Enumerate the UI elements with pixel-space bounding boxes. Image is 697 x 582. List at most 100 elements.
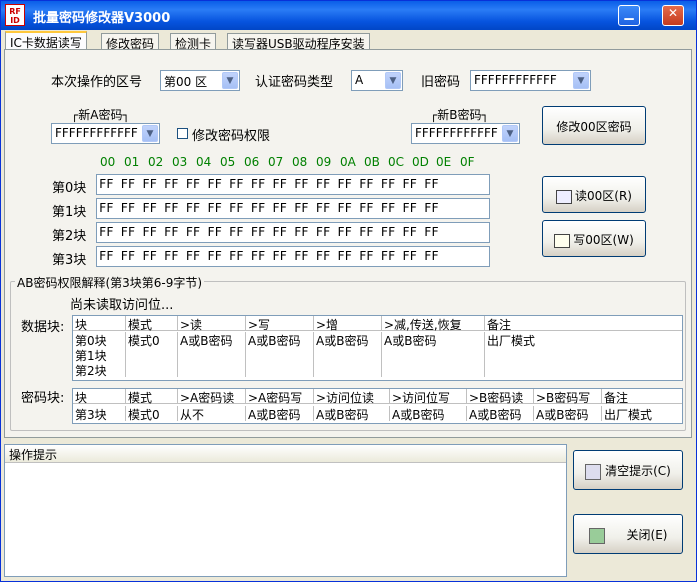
block-1-label: 第1块 bbox=[52, 205, 87, 220]
hex-col: 09 bbox=[316, 155, 332, 169]
auth-type-label: 认证密码类型 bbox=[255, 75, 334, 90]
cell: 第2块 bbox=[75, 364, 107, 378]
tab-panel: 本次操作的区号 第00 区 ▼ 认证密码类型 A ▼ 旧密码 FFFFFFFFFFF… bbox=[4, 49, 692, 438]
clear-log-button[interactable]: 清空提示(C) bbox=[573, 450, 683, 490]
block-1-data[interactable]: FF FF FF FF FF FF FF FF FF FF FF FF FF F… bbox=[96, 198, 490, 219]
block-0-data[interactable]: FF FF FF FF FF FF FF FF FF FF FF FF FF F… bbox=[96, 174, 490, 195]
data-block-label: 数据块: bbox=[21, 320, 65, 335]
col-header: 块 bbox=[75, 318, 88, 332]
cell bbox=[313, 347, 316, 362]
chevron-down-icon: ▼ bbox=[385, 72, 401, 89]
cell bbox=[177, 362, 180, 377]
old-password-select[interactable]: FFFFFFFFFFFF ▼ bbox=[470, 70, 591, 91]
read-icon bbox=[556, 189, 572, 204]
col-header: >增 bbox=[313, 316, 338, 332]
cell: 出厂模式 bbox=[601, 406, 652, 422]
cell: 第1块 bbox=[75, 349, 107, 363]
read-button-label: 读00区(R) bbox=[575, 189, 632, 203]
cell: 第0块 bbox=[75, 334, 107, 348]
cell bbox=[484, 362, 487, 377]
write-sector-button[interactable]: 写00区(W) bbox=[542, 220, 646, 257]
sector-select[interactable]: 第00 区 ▼ bbox=[160, 70, 240, 91]
cell: 从不 bbox=[177, 406, 204, 422]
cell: A或B密码 bbox=[533, 406, 588, 422]
hex-col: 08 bbox=[292, 155, 308, 169]
read-sector-button[interactable]: 读00区(R) bbox=[542, 176, 646, 213]
col-header: >减,传送,恢复 bbox=[381, 316, 462, 332]
block-2-data[interactable]: FF FF FF FF FF FF FF FF FF FF FF FF FF F… bbox=[96, 222, 490, 243]
cell: A或B密码 bbox=[313, 406, 368, 422]
col-header: >读 bbox=[177, 316, 202, 332]
minimize-button[interactable]: ▁ bbox=[618, 5, 640, 26]
data-block-permission-table: 块 模式 >读 >写 >增 >减,传送,恢复 备注 第0块 模式0 A或B密码 … bbox=[72, 315, 683, 381]
cell bbox=[484, 347, 487, 362]
col-header: >访问位读 bbox=[313, 389, 374, 405]
cell: 出厂模式 bbox=[484, 332, 535, 348]
hex-col: 0B bbox=[364, 155, 380, 169]
new-a-password-select[interactable]: FFFFFFFFFFFF ▼ bbox=[51, 123, 160, 144]
old-password-label: 旧密码 bbox=[421, 75, 461, 90]
cell bbox=[245, 362, 248, 377]
chevron-down-icon: ▼ bbox=[502, 125, 518, 142]
cell: A或B密码 bbox=[466, 406, 521, 422]
cell: A或B密码 bbox=[245, 406, 300, 422]
table-row: 第3块 模式0 从不 A或B密码 A或B密码 A或B密码 A或B密码 A或B密码… bbox=[73, 406, 682, 422]
close-button-label: 关闭(E) bbox=[626, 528, 668, 542]
hex-col: 00 bbox=[100, 155, 116, 169]
auth-type-select[interactable]: A ▼ bbox=[351, 70, 403, 91]
new-a-password-label: ┌新A密码┐ bbox=[71, 108, 130, 122]
cell: A或B密码 bbox=[389, 406, 444, 422]
title-bar[interactable]: RF ID 批量密码修改器V3000 ▁ ✕ bbox=[1, 1, 696, 30]
close-window-button[interactable]: ✕ bbox=[662, 5, 684, 26]
cell bbox=[125, 347, 128, 362]
app-icon: RF ID bbox=[5, 4, 25, 26]
hex-col: 0E bbox=[436, 155, 452, 169]
hex-col: 04 bbox=[196, 155, 212, 169]
cell: A或B密码 bbox=[177, 332, 232, 348]
col-header: >B密码写 bbox=[533, 389, 590, 405]
hex-col: 07 bbox=[268, 155, 284, 169]
table-row: 第1块 bbox=[73, 347, 682, 363]
new-b-password-label: ┌新B密码┐ bbox=[430, 108, 489, 122]
hex-col: 06 bbox=[244, 155, 260, 169]
col-header: 模式 bbox=[125, 316, 152, 332]
modify-sector-password-button[interactable]: 修改00区密码 bbox=[542, 106, 646, 145]
cell: A或B密码 bbox=[245, 332, 300, 348]
log-header: 操作提示 bbox=[5, 445, 566, 463]
clear-icon bbox=[585, 463, 602, 480]
cell bbox=[381, 362, 384, 377]
hex-col: 0F bbox=[460, 155, 475, 169]
cell bbox=[381, 347, 384, 362]
cell: 模式0 bbox=[125, 406, 160, 422]
table-row: 第2块 bbox=[73, 362, 682, 378]
app-window: RF ID 批量密码修改器V3000 ▁ ✕ IC卡数据读写 修改密码 检测卡 读… bbox=[0, 0, 697, 582]
table-header: 块 模式 >读 >写 >增 >减,传送,恢复 备注 bbox=[73, 316, 682, 332]
col-header: >写 bbox=[245, 316, 270, 332]
close-button[interactable]: 关闭(E) bbox=[573, 514, 683, 554]
block-3-data[interactable]: FF FF FF FF FF FF FF FF FF FF FF FF FF F… bbox=[96, 246, 490, 267]
hex-col: 05 bbox=[220, 155, 236, 169]
tab-ic-read-write[interactable]: IC卡数据读写 bbox=[5, 31, 87, 51]
modify-permission-checkbox[interactable] bbox=[177, 128, 188, 139]
cell: A或B密码 bbox=[313, 332, 368, 348]
col-header: 备注 bbox=[601, 389, 628, 405]
cell bbox=[313, 362, 316, 377]
sector-label: 本次操作的区号 bbox=[51, 75, 143, 90]
exit-icon bbox=[588, 527, 605, 544]
permission-group: AB密码权限解释(第3块第6-9字节) 尚未读取访问位... 数据块: 块 模式… bbox=[10, 274, 686, 431]
permission-group-title: AB密码权限解释(第3块第6-9字节) bbox=[15, 274, 205, 291]
cell: A或B密码 bbox=[381, 332, 436, 348]
write-icon bbox=[554, 233, 571, 248]
col-header: 模式 bbox=[125, 389, 152, 405]
hex-column-header: 00 01 02 03 04 05 06 07 08 09 0A 0B 0C 0… bbox=[100, 155, 490, 169]
col-header: 块 bbox=[75, 391, 88, 405]
cell: 第3块 bbox=[75, 408, 107, 422]
hex-col: 0C bbox=[388, 155, 405, 169]
cell bbox=[177, 347, 180, 362]
block-3-label: 第3块 bbox=[52, 253, 87, 268]
new-b-password-select[interactable]: FFFFFFFFFFFF ▼ bbox=[411, 123, 520, 144]
cell: 模式0 bbox=[125, 332, 160, 348]
chevron-down-icon: ▼ bbox=[573, 72, 589, 89]
operation-log[interactable]: 操作提示 bbox=[4, 444, 567, 577]
chevron-down-icon: ▼ bbox=[142, 125, 158, 142]
